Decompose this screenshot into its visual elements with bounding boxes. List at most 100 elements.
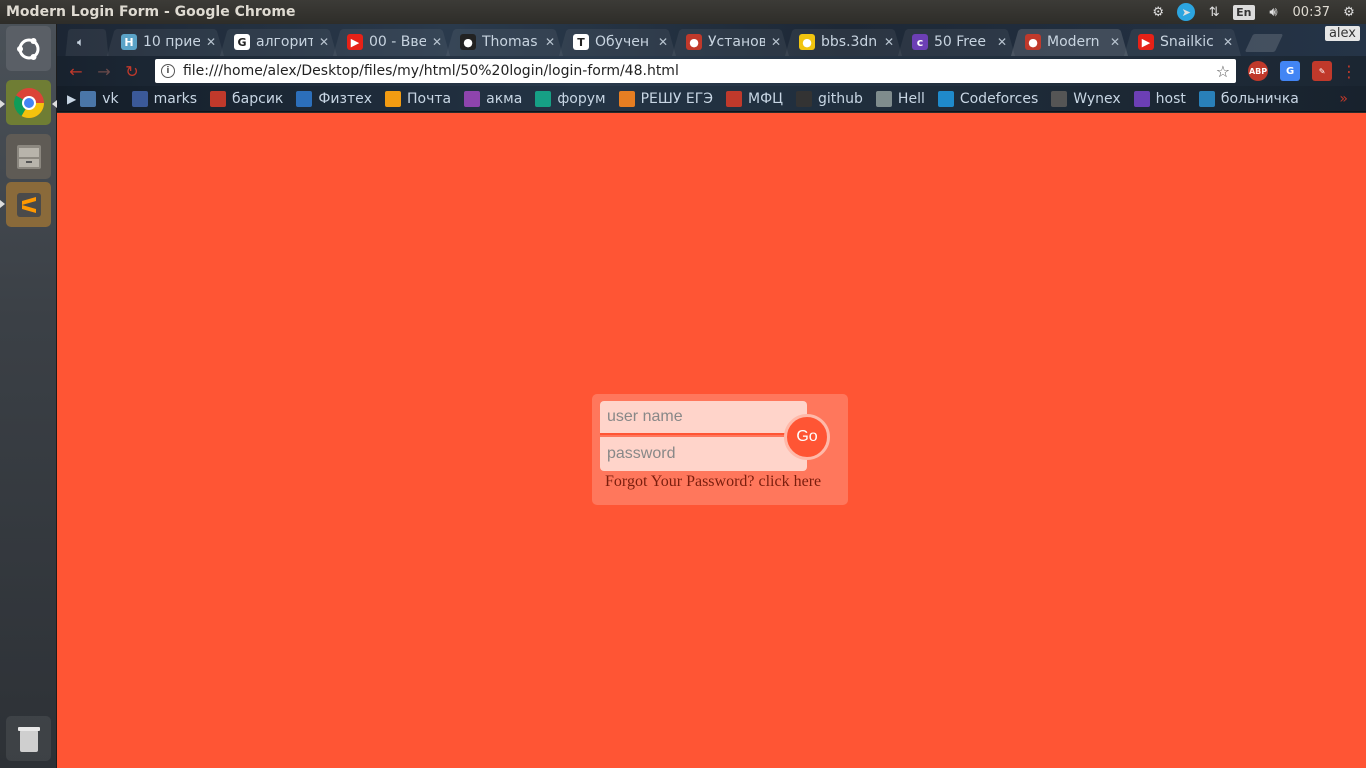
adblock-plus-icon[interactable]: ABP xyxy=(1248,61,1269,81)
bookmark-item[interactable]: форум xyxy=(535,90,606,107)
bookmark-favicon-icon xyxy=(385,90,402,107)
site-info-icon[interactable]: i xyxy=(160,64,175,78)
files-launcher-item[interactable] xyxy=(6,134,51,179)
bookmarks-overflow-icon[interactable]: » xyxy=(1339,91,1348,107)
extension-icon[interactable]: ✎ xyxy=(1312,61,1333,81)
bookmarks-bar: ▶ vk marks барсик Физтех Почта акма форум РЕШУ … xyxy=(57,86,1366,112)
page-content: Go Forgot Your Password? click here xyxy=(57,113,1366,768)
translate-icon[interactable]: G xyxy=(1280,61,1301,81)
profile-button[interactable]: alex xyxy=(1324,26,1360,41)
bookmark-favicon-icon xyxy=(726,90,743,107)
bookmark-item[interactable]: vk xyxy=(80,90,119,107)
login-form: Go Forgot Your Password? click here xyxy=(592,394,848,505)
bookmark-label: host xyxy=(1155,90,1186,107)
bookmark-item[interactable]: барсик xyxy=(210,90,284,107)
telegram-icon[interactable]: ➤ xyxy=(1177,3,1196,21)
bookmark-favicon-icon xyxy=(1051,90,1068,107)
tab-close-icon[interactable]: ✕ xyxy=(658,35,668,49)
bookmark-item[interactable]: Почта xyxy=(385,90,452,107)
tab-title: 00 - Вве xyxy=(369,34,426,50)
tab[interactable]: Gалгорит ✕ xyxy=(220,28,337,56)
bookmark-favicon-icon xyxy=(464,90,481,107)
ubuntu-logo-icon xyxy=(16,37,39,60)
forgot-password-link[interactable]: Forgot Your Password? click here xyxy=(605,473,821,491)
bookmark-item[interactable]: Codeforces xyxy=(937,90,1038,107)
tab-title: 50 Free xyxy=(934,34,986,50)
go-button[interactable]: Go xyxy=(784,414,830,460)
bookmark-favicon-icon xyxy=(875,90,892,107)
bookmark-star-icon[interactable]: ☆ xyxy=(1216,62,1230,81)
tab-favicon-icon: ▶ xyxy=(1138,34,1154,50)
bookmark-label: больничка xyxy=(1220,90,1299,107)
apps-arrow-icon[interactable]: ▶ xyxy=(67,92,76,106)
tab-close-icon[interactable]: ✕ xyxy=(432,35,442,49)
tab[interactable]: ● Thomas ✕ xyxy=(446,28,563,56)
tab-title: Snailkic xyxy=(1160,34,1214,50)
tab-close-icon[interactable]: ✕ xyxy=(884,35,894,49)
bookmark-label: барсик xyxy=(232,90,284,107)
reload-icon[interactable]: ↻ xyxy=(121,60,143,82)
settings-gear-icon[interactable]: ⚙ xyxy=(1340,3,1358,21)
tab[interactable]: ● Установ ✕ xyxy=(672,28,789,56)
bookmark-label: Hell xyxy=(897,90,925,107)
password-input[interactable] xyxy=(600,437,807,471)
tab-audio[interactable]: 🔈︎ xyxy=(63,28,111,56)
trash-icon xyxy=(17,726,40,752)
tab-close-icon[interactable]: ✕ xyxy=(1223,35,1233,49)
tab-close-icon[interactable]: ✕ xyxy=(319,35,329,49)
tab-title: Обучен xyxy=(595,34,649,50)
ubuntu-dash-button[interactable] xyxy=(6,26,51,71)
back-arrow-icon[interactable]: ← xyxy=(65,60,87,82)
username-input[interactable] xyxy=(600,401,807,435)
system-tray: ⚙ ➤ ⇅ En 🔊︎ 00:37 ⚙ xyxy=(1149,3,1366,21)
bookmark-item[interactable]: github xyxy=(796,90,863,107)
network-icon[interactable]: ⇅ xyxy=(1205,3,1223,21)
new-tab-button[interactable] xyxy=(1244,34,1284,52)
volume-icon[interactable]: 🔊︎ xyxy=(1265,3,1283,21)
tab[interactable]: ● Modern ✕ xyxy=(1011,28,1128,56)
bookmark-favicon-icon xyxy=(937,90,954,107)
bookmark-item[interactable]: Hell xyxy=(875,90,925,107)
bookmark-item[interactable]: marks xyxy=(131,90,197,107)
bookmark-favicon-icon xyxy=(80,90,97,107)
bookmark-item[interactable]: Wynex xyxy=(1051,90,1121,107)
tab-title: 10 прие xyxy=(143,34,200,50)
tab[interactable]: ▶ Snailkic ✕ xyxy=(1124,28,1241,56)
tab-close-icon[interactable]: ✕ xyxy=(545,35,555,49)
steam-icon[interactable]: ⚙ xyxy=(1149,3,1167,21)
sublime-text-launcher-item[interactable] xyxy=(6,182,51,227)
bookmark-item[interactable]: Физтех xyxy=(296,90,372,107)
address-bar[interactable]: i file:///home/alex/Desktop/files/my/htm… xyxy=(154,59,1237,83)
tab-favicon-icon: ● xyxy=(1025,34,1041,50)
bookmark-label: Почта xyxy=(407,90,452,107)
trash-launcher-item[interactable] xyxy=(6,716,51,761)
bookmark-favicon-icon xyxy=(618,90,635,107)
bookmark-label: МФЦ xyxy=(748,90,784,107)
bookmark-favicon-icon xyxy=(210,90,227,107)
tab[interactable]: ▶ 00 - Вве ✕ xyxy=(333,28,450,56)
tab-favicon-icon: ● xyxy=(460,34,476,50)
tab[interactable]: T Обучен ✕ xyxy=(559,28,676,56)
clock[interactable]: 00:37 xyxy=(1293,5,1330,20)
bookmark-item[interactable]: РЕШУ ЕГЭ xyxy=(618,90,713,107)
tab[interactable]: c 50 Free ✕ xyxy=(898,28,1015,56)
tab-favicon-icon: ▶ xyxy=(347,34,363,50)
tab-title: Установ xyxy=(708,34,765,50)
keyboard-layout-indicator[interactable]: En xyxy=(1233,4,1255,20)
chrome-launcher-item[interactable] xyxy=(6,80,51,125)
bookmark-item[interactable]: акма xyxy=(464,90,522,107)
tab-close-icon[interactable]: ✕ xyxy=(206,35,216,49)
file-cabinet-icon xyxy=(16,144,41,169)
bookmark-favicon-icon xyxy=(296,90,313,107)
bookmark-item[interactable]: больничка xyxy=(1198,90,1299,107)
bookmark-item[interactable]: МФЦ xyxy=(726,90,784,107)
forward-arrow-icon[interactable]: → xyxy=(93,60,115,82)
menu-kebab-icon[interactable]: ⋮ xyxy=(1338,60,1360,82)
tab[interactable]: H 10 прие ✕ xyxy=(107,28,224,56)
tab-close-icon[interactable]: ✕ xyxy=(771,35,781,49)
bookmark-item[interactable]: host xyxy=(1133,90,1186,107)
tab-close-icon[interactable]: ✕ xyxy=(997,35,1007,49)
address-url[interactable]: file:///home/alex/Desktop/files/my/html/… xyxy=(183,63,1216,79)
tab-close-icon[interactable]: ✕ xyxy=(1110,35,1120,49)
tab[interactable]: ● bbs.3dn ✕ xyxy=(785,28,902,56)
